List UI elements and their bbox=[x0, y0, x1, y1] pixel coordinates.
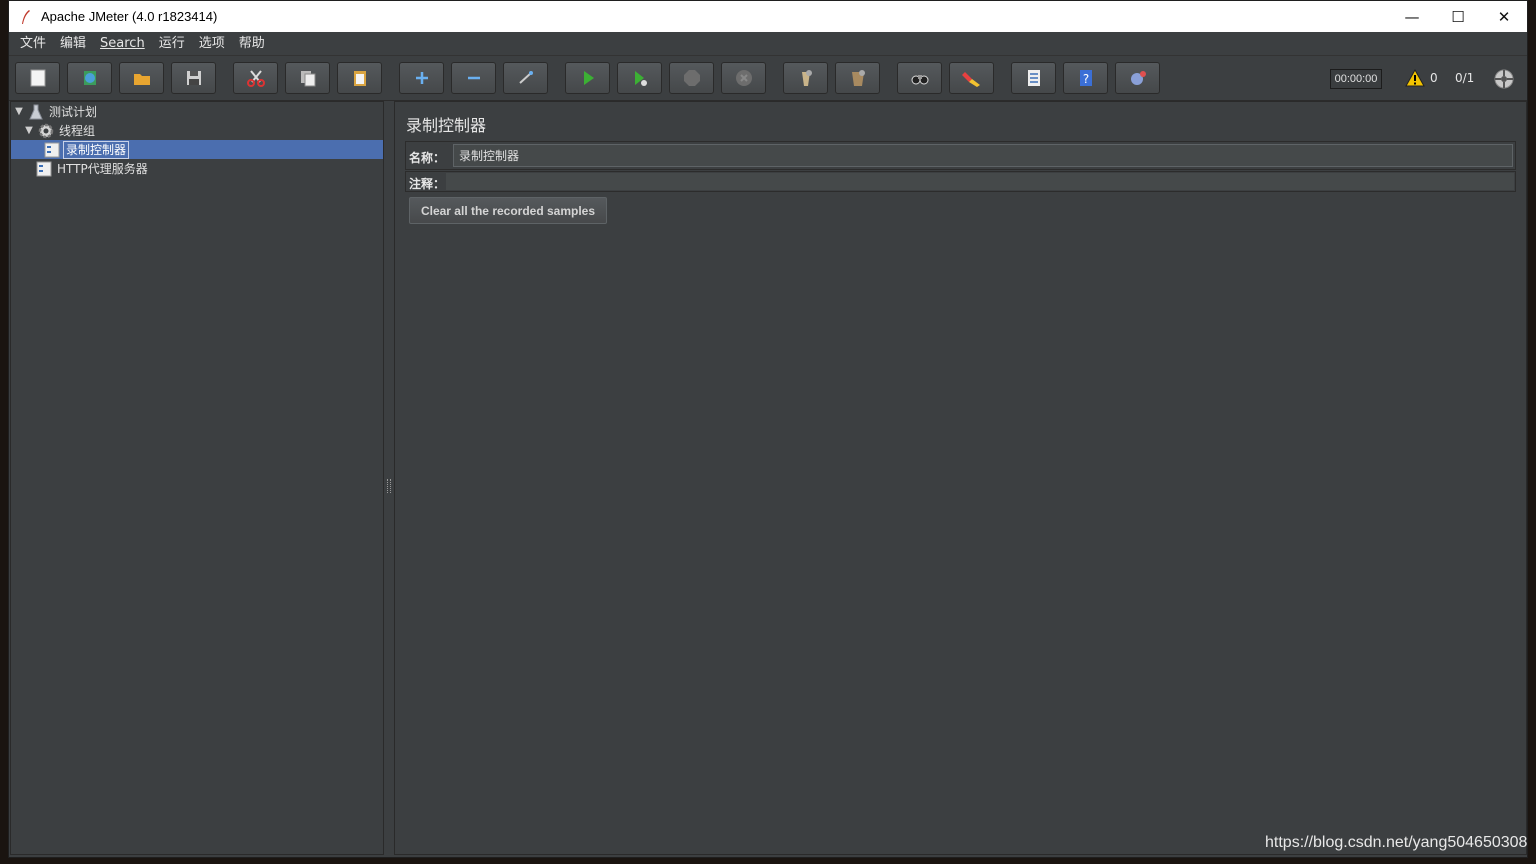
menu-run[interactable]: 运行 bbox=[152, 32, 192, 56]
paste-button[interactable] bbox=[337, 62, 382, 94]
shutdown-icon bbox=[735, 70, 752, 86]
panel-title: 录制控制器 bbox=[406, 116, 487, 135]
tree-node-recording-controller[interactable]: 录制控制器 bbox=[11, 140, 383, 159]
paste-icon bbox=[353, 71, 366, 86]
menu-edit[interactable]: 编辑 bbox=[53, 32, 93, 56]
clear-recorded-samples-button[interactable]: Clear all the recorded samples bbox=[409, 197, 607, 224]
expand-icon bbox=[415, 72, 428, 84]
cut-icon bbox=[246, 70, 265, 87]
start-button[interactable] bbox=[565, 62, 610, 94]
open-icon bbox=[133, 74, 150, 85]
clear-icon bbox=[801, 70, 812, 86]
start-no-pause-icon bbox=[634, 71, 647, 86]
menu-bar: 文件 编辑 Search 运行 选项 帮助 bbox=[9, 32, 1527, 56]
elapsed-timer: 00:00:00 bbox=[1330, 69, 1382, 89]
templates-button[interactable] bbox=[67, 62, 112, 94]
save-icon bbox=[186, 71, 201, 85]
jmeter-window: Apache JMeter (4.0 r1823414) — ☐ ✕ 文件 编辑… bbox=[8, 0, 1528, 858]
toolbar: ? 00:00:00 0 0/1 bbox=[9, 56, 1527, 101]
remote-icon bbox=[1130, 71, 1146, 85]
watermark: https://blog.csdn.net/yang504650308 bbox=[1265, 834, 1528, 851]
test-tree: ▼ 测试计划 ▼ 线程组 录制控制器 HTTP代理服务器 bbox=[10, 101, 384, 855]
expand-toggle-icon[interactable]: ▼ bbox=[23, 125, 35, 136]
comment-row: 注释： bbox=[405, 171, 1516, 192]
templates-icon bbox=[83, 71, 96, 85]
toggle-button[interactable] bbox=[503, 62, 548, 94]
clear-all-button[interactable] bbox=[835, 62, 880, 94]
name-row: 名称： bbox=[405, 141, 1516, 170]
toggle-icon bbox=[518, 71, 533, 84]
expand-all-button[interactable] bbox=[399, 62, 444, 94]
active-threads-count: 0/1 bbox=[1455, 71, 1475, 85]
remote-button[interactable] bbox=[1115, 62, 1160, 94]
copy-icon bbox=[300, 71, 315, 87]
copy-button[interactable] bbox=[285, 62, 330, 94]
collapse-icon bbox=[467, 76, 480, 80]
jmeter-feather-icon bbox=[22, 9, 30, 24]
svg-text:?: ? bbox=[1082, 72, 1088, 86]
minimize-button[interactable]: — bbox=[1389, 1, 1435, 32]
proxy-server-icon bbox=[36, 161, 52, 176]
comment-input[interactable] bbox=[446, 173, 1514, 190]
test-plan-icon bbox=[29, 104, 43, 119]
splitter-grip[interactable] bbox=[387, 479, 391, 493]
search-button[interactable] bbox=[897, 62, 942, 94]
cut-button[interactable] bbox=[233, 62, 278, 94]
tree-node-test-plan[interactable]: ▼ 测试计划 bbox=[13, 102, 99, 121]
warning-icon bbox=[1405, 69, 1425, 87]
function-helper-button[interactable] bbox=[1011, 62, 1056, 94]
remote-status-icon bbox=[1494, 69, 1514, 89]
stop-icon bbox=[683, 70, 700, 86]
controller-icon bbox=[44, 142, 60, 157]
comment-label: 注释： bbox=[409, 177, 446, 191]
reset-search-button[interactable] bbox=[949, 62, 994, 94]
open-button[interactable] bbox=[119, 62, 164, 94]
collapse-all-button[interactable] bbox=[451, 62, 496, 94]
menu-help[interactable]: 帮助 bbox=[232, 32, 272, 56]
new-icon bbox=[30, 69, 45, 87]
expand-toggle-icon[interactable]: ▼ bbox=[13, 106, 25, 117]
title-bar: Apache JMeter (4.0 r1823414) — ☐ ✕ bbox=[9, 1, 1527, 32]
start-icon bbox=[583, 71, 594, 85]
element-editor: 录制控制器 名称： 注释： Clear all the recorded sam… bbox=[394, 101, 1527, 855]
search-icon bbox=[911, 75, 928, 85]
pane-splitter[interactable] bbox=[385, 101, 393, 855]
warning-indicator[interactable]: 0 bbox=[1405, 69, 1438, 87]
help-icon: ? bbox=[1079, 70, 1092, 86]
shutdown-button[interactable] bbox=[721, 62, 766, 94]
window-title: Apache JMeter (4.0 r1823414) bbox=[41, 9, 218, 24]
menu-file[interactable]: 文件 bbox=[13, 32, 53, 56]
tree-node-thread-group[interactable]: ▼ 线程组 bbox=[23, 121, 97, 140]
name-input[interactable] bbox=[453, 144, 1513, 167]
menu-search[interactable]: Search bbox=[93, 32, 152, 56]
new-button[interactable] bbox=[15, 62, 60, 94]
close-button[interactable]: ✕ bbox=[1481, 1, 1527, 32]
maximize-button[interactable]: ☐ bbox=[1435, 1, 1481, 32]
name-label: 名称： bbox=[409, 151, 446, 165]
start-no-pauses-button[interactable] bbox=[617, 62, 662, 94]
clear-button[interactable] bbox=[783, 62, 828, 94]
tree-node-http-proxy[interactable]: HTTP代理服务器 bbox=[33, 159, 150, 178]
gear-icon bbox=[38, 123, 54, 138]
menu-options[interactable]: 选项 bbox=[192, 32, 232, 56]
stop-button[interactable] bbox=[669, 62, 714, 94]
clear-all-icon bbox=[851, 70, 865, 86]
function-helper-icon bbox=[1027, 70, 1040, 86]
help-button[interactable]: ? bbox=[1063, 62, 1108, 94]
save-button[interactable] bbox=[171, 62, 216, 94]
warning-count: 0 bbox=[1430, 71, 1438, 85]
reset-search-icon bbox=[961, 72, 980, 87]
